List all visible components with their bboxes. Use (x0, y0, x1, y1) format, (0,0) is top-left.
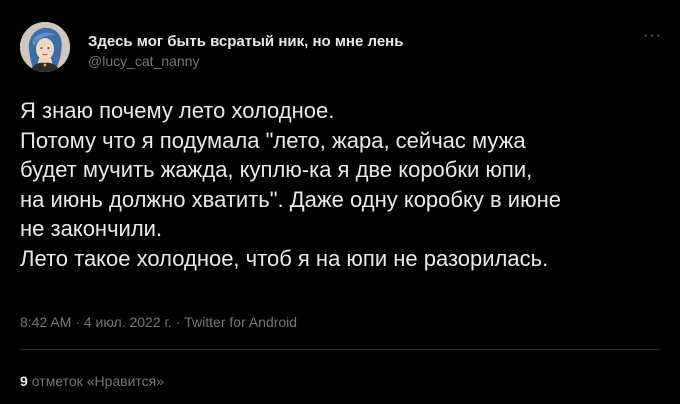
tweet-text-line: Я знаю почему лето холодное. (20, 98, 335, 123)
tweet-text-line: на июнь должно хватить". Даже одну короб… (20, 186, 561, 212)
user-handle[interactable]: @lucy_cat_nanny (88, 52, 403, 70)
meta-separator: · (71, 314, 84, 330)
tweet-text-line: не закончили. (20, 216, 163, 241)
tweet-text-line: Потому что я подумала "лето, жара, сейча… (20, 127, 526, 153)
tweet-date[interactable]: 4 июл. 2022 г. (84, 314, 172, 330)
divider (20, 349, 660, 350)
tweet-card: Здесь мог быть всратый ник, но мне лень … (0, 0, 680, 404)
tweet-text-line: будет мучить жажда, куплю-ка я две короб… (20, 157, 533, 182)
tweet-text: Я знаю почему лето холодное. Потому что … (20, 96, 660, 273)
tweet-metadata: 8:42 AM · 4 июл. 2022 г. · Twitter for A… (20, 313, 297, 331)
likes-label: отметок «Нравится» (31, 373, 165, 389)
likes-count: 9 (20, 373, 28, 389)
tweet-source[interactable]: Twitter for Android (184, 314, 297, 330)
display-name[interactable]: Здесь мог быть всратый ник, но мне лень (88, 33, 403, 51)
tweet-text-line: Лето такое холодное, чтоб я на юпи не ра… (20, 245, 549, 271)
avatar-photo (20, 22, 70, 72)
user-avatar-icon[interactable] (20, 22, 70, 72)
likes-count-link[interactable]: 9 отметок «Нравится» (20, 372, 164, 390)
more-options-icon[interactable]: ··· (643, 28, 662, 44)
tweet-time[interactable]: 8:42 AM (20, 314, 71, 330)
author-info: Здесь мог быть всратый ник, но мне лень … (88, 33, 403, 70)
meta-separator: · (171, 314, 185, 330)
